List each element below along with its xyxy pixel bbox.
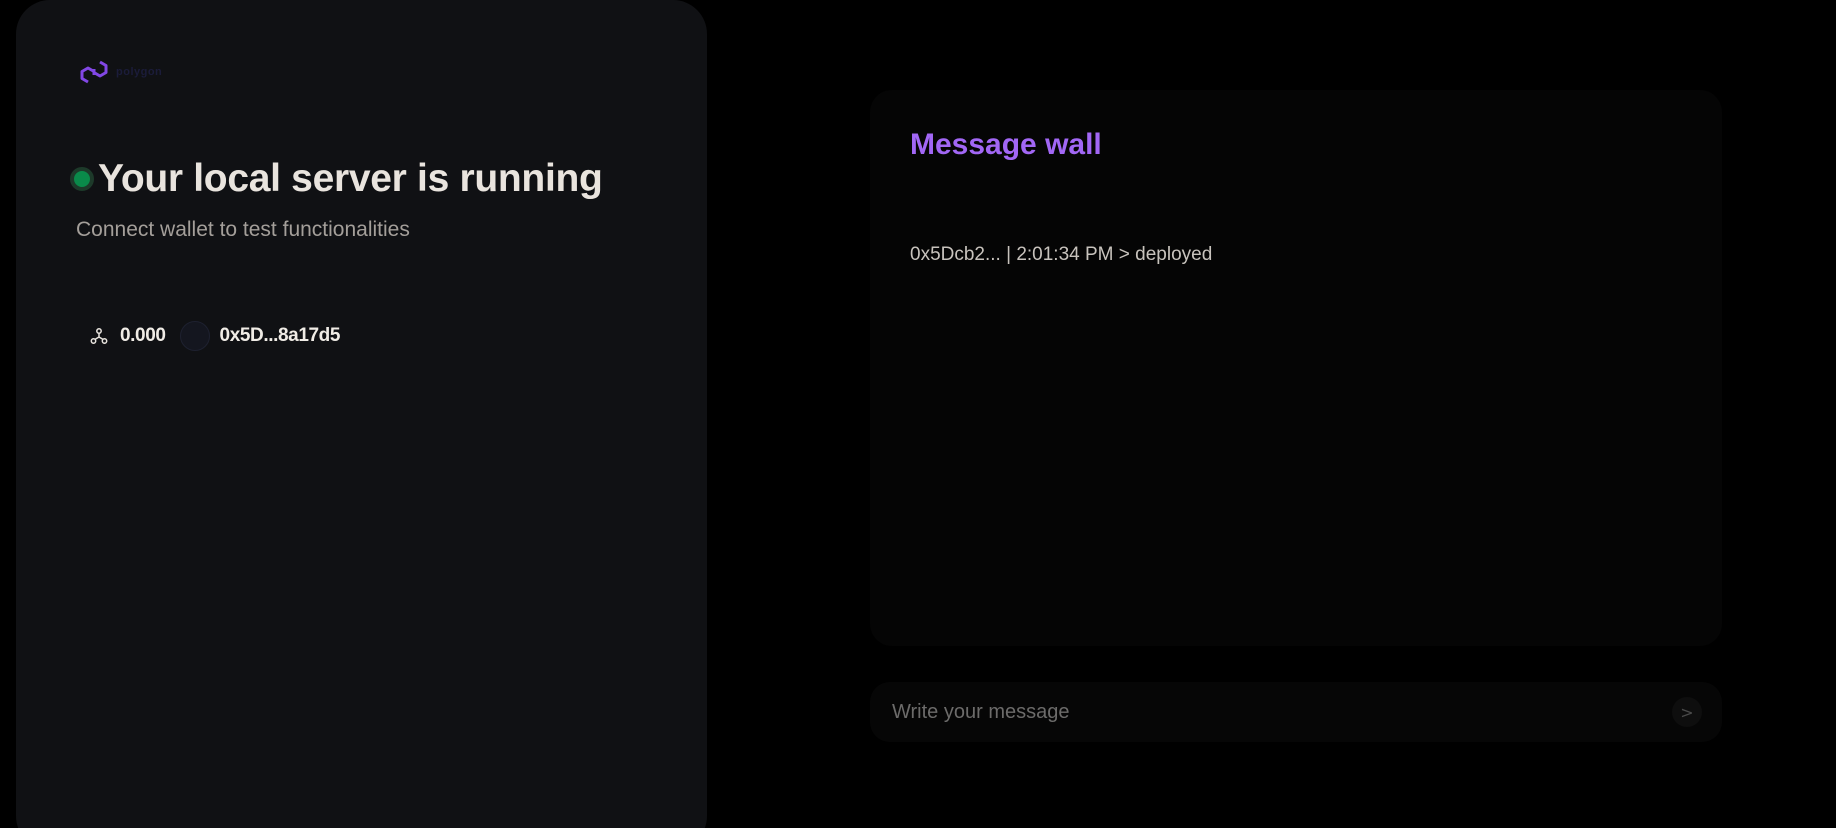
page-title: Your local server is running (98, 157, 603, 200)
network-icon (90, 328, 108, 344)
brand-logo: polygon (78, 58, 162, 86)
message-wall-title: Message wall (910, 128, 1102, 161)
server-status: Your local server is running (70, 155, 603, 203)
wallet-address[interactable]: 0x5D...8a17d5 (220, 325, 341, 347)
message-list: 0x5Dcb2... | 2:01:34 PM > deployed (910, 242, 1682, 268)
account-avatar[interactable] (179, 321, 210, 351)
logo-wordmark: polygon (116, 66, 162, 79)
logo-line-1: polygon (116, 65, 163, 78)
wallet-balance: 0.000 (120, 325, 166, 346)
message-composer: > (870, 682, 1722, 742)
app-root: polygon Your local server is running Con… (0, 0, 1836, 828)
status-indicator-icon (70, 167, 94, 191)
server-status-panel: polygon Your local server is running Con… (16, 0, 707, 828)
message-item: 0x5Dcb2... | 2:01:34 PM > deployed (910, 244, 1213, 265)
message-input[interactable] (890, 699, 1672, 725)
send-button[interactable]: > (1672, 697, 1702, 727)
page-subtitle: Connect wallet to test functionalities (76, 218, 410, 241)
message-wall: Message wall 0x5Dcb2... | 2:01:34 PM > d… (870, 90, 1722, 646)
wallet-info[interactable]: 0.000 0x5D...8a17d5 (90, 320, 340, 352)
polygon-logo-icon (80, 60, 108, 84)
